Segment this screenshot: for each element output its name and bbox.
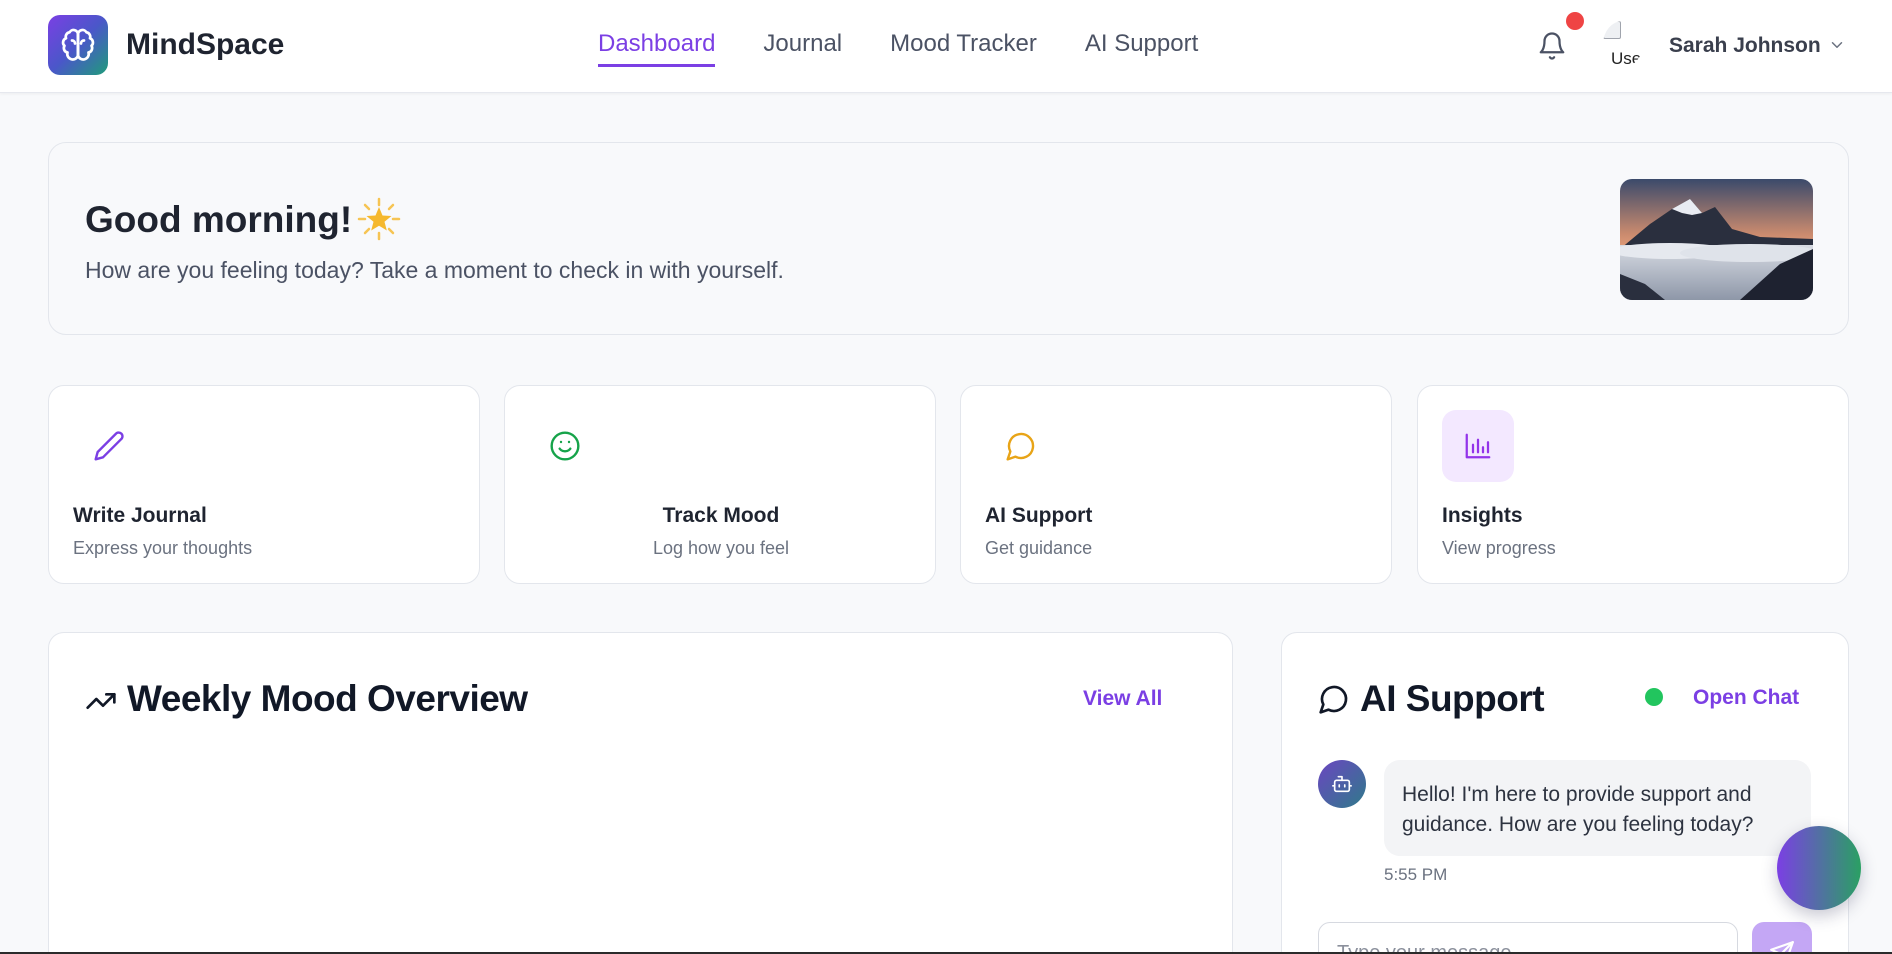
view-all-link[interactable]: View All: [1083, 687, 1162, 711]
smile-icon: [550, 431, 580, 461]
avatar-alt-text: Use: [1611, 49, 1642, 67]
bell-icon[interactable]: [1537, 30, 1567, 62]
top-header: MindSpace Dashboard Journal Mood Tracker…: [0, 0, 1892, 93]
weekly-mood-panel: Weekly Mood Overview View All: [48, 632, 1233, 954]
quick-action-title: Write Journal: [73, 504, 207, 527]
nav-dashboard[interactable]: Dashboard: [598, 30, 716, 67]
quick-action-subtitle: Express your thoughts: [73, 538, 253, 558]
quick-action-subtitle: Get guidance: [985, 538, 1093, 558]
glowing-star-icon: [357, 197, 401, 241]
trending-up-icon: [86, 693, 116, 709]
chat-message-input[interactable]: [1318, 922, 1738, 954]
weekly-mood-title: Weekly Mood Overview: [127, 678, 528, 719]
send-button[interactable]: [1752, 922, 1812, 954]
nav-journal[interactable]: Journal: [763, 30, 842, 67]
welcome-subtitle: How are you feeling today? Take a moment…: [85, 257, 784, 283]
quick-action-ai-support[interactable]: AI Support Get guidance: [960, 385, 1392, 584]
quick-action-subtitle: View progress: [1442, 538, 1556, 558]
bot-avatar: [1318, 760, 1366, 808]
welcome-card: Good morning! How are you feeling today?…: [48, 142, 1849, 335]
quick-action-insights[interactable]: Insights View progress: [1417, 385, 1849, 584]
ai-support-title: AI Support: [1360, 678, 1545, 719]
ai-support-panel: AI Support Open Chat Hello! I'm here to …: [1281, 632, 1849, 954]
mountain-landscape-image: [1620, 179, 1813, 300]
main-nav: Dashboard Journal Mood Tracker AI Suppor…: [598, 30, 1246, 67]
nav-ai-support[interactable]: AI Support: [1085, 30, 1198, 67]
chat-bubble-icon: [1006, 432, 1035, 461]
bot-icon: [1332, 775, 1352, 793]
quick-action-icon-wrap: [1442, 410, 1514, 482]
quick-action-title: AI Support: [985, 504, 1093, 527]
user-name[interactable]: Sarah Johnson: [1669, 34, 1821, 58]
brain-icon: [61, 28, 95, 61]
bot-message: Hello! I'm here to provide support and g…: [1384, 760, 1811, 856]
quick-action-title: Track Mood: [662, 504, 780, 527]
notification-badge: [1566, 12, 1584, 30]
avatar[interactable]: Use: [1603, 21, 1643, 67]
message-timestamp: 5:55 PM: [1384, 865, 1448, 884]
quick-action-icon-wrap: [985, 410, 1057, 482]
pencil-icon: [94, 431, 124, 461]
quick-action-icon-wrap: [73, 410, 145, 482]
logo[interactable]: [48, 15, 108, 75]
quick-action-icon-wrap: [529, 410, 601, 482]
app-name: MindSpace: [126, 28, 285, 61]
chevron-down-icon[interactable]: [1828, 36, 1846, 54]
chat-bubble-icon: [1319, 685, 1348, 714]
quick-action-title: Insights: [1442, 504, 1523, 527]
broken-image-icon: [1603, 21, 1621, 39]
floating-chat-button[interactable]: [1777, 826, 1861, 910]
quick-action-subtitle: Log how you feel: [652, 538, 790, 558]
online-status-dot: [1645, 688, 1663, 706]
greeting-heading: Good morning!: [85, 199, 353, 240]
open-chat-link[interactable]: Open Chat: [1693, 686, 1799, 710]
bar-chart-icon: [1465, 433, 1491, 459]
quick-action-write-journal[interactable]: Write Journal Express your thoughts: [48, 385, 480, 584]
nav-mood-tracker[interactable]: Mood Tracker: [890, 30, 1037, 67]
quick-action-track-mood[interactable]: Track Mood Log how you feel: [504, 385, 936, 584]
